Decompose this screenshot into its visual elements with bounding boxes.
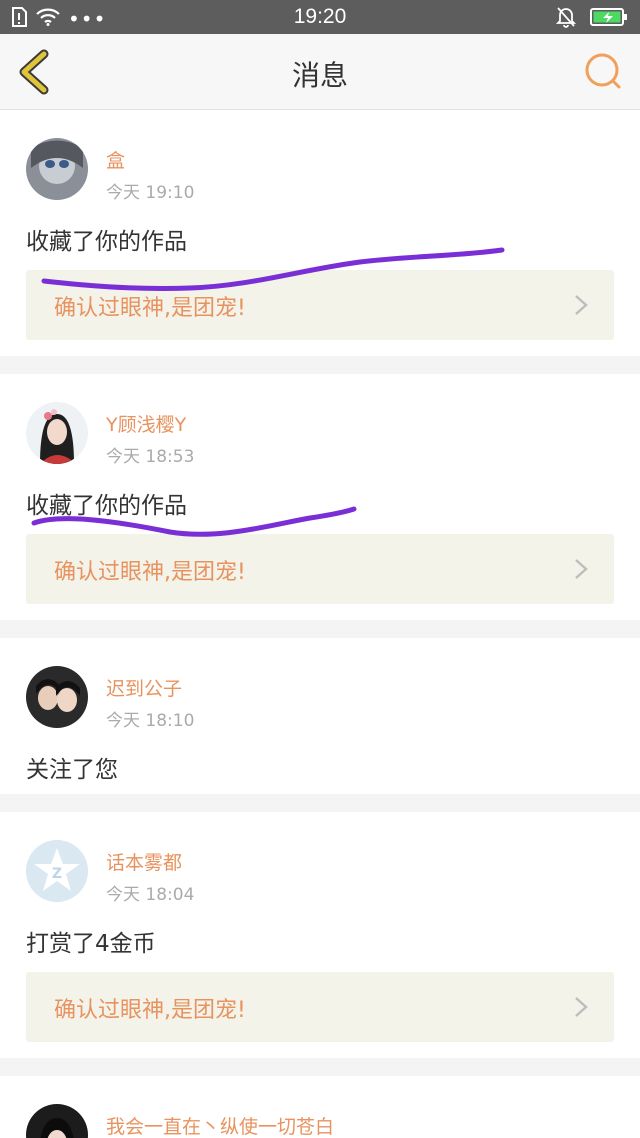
message-item[interactable]: Y顾浅樱Y 今天 18:53 收藏了你的作品 确认过眼神,是团宠! xyxy=(0,374,640,620)
sender-name[interactable]: 话本雾都 xyxy=(106,848,182,875)
reply-banner[interactable]: 确认过眼神,是团宠! xyxy=(26,972,614,1042)
message-text: 收藏了你的作品 xyxy=(26,493,187,519)
avatar[interactable] xyxy=(26,138,88,200)
message-text: 关注了您 xyxy=(26,757,118,783)
message-time: 今天 18:10 xyxy=(106,711,195,731)
message-item[interactable]: 迟到公子 今天 18:10 关注了您 xyxy=(0,638,640,794)
message-item[interactable]: 盒 今天 19:10 收藏了你的作品 确认过眼神,是团宠! xyxy=(0,110,640,356)
message-time: 今天 19:10 xyxy=(106,183,195,203)
message-time: 今天 18:53 xyxy=(106,447,195,467)
status-bar: ••• 19:20 xyxy=(0,0,640,34)
chevron-right-icon xyxy=(575,559,588,579)
status-right-icons xyxy=(555,6,628,32)
reply-banner-text: 确认过眼神,是团宠! xyxy=(54,296,246,321)
message-item[interactable]: Z 话本雾都 今天 18:04 打赏了4金币 确认过眼神,是团宠! xyxy=(0,812,640,1058)
message-text: 打赏了4金币 xyxy=(26,931,156,957)
svg-text:Z: Z xyxy=(52,866,62,882)
nav-bar: 消息 xyxy=(0,34,640,110)
reply-banner[interactable]: 确认过眼神,是团宠! xyxy=(26,534,614,604)
battery-charging-icon xyxy=(590,7,628,31)
status-time: 19:20 xyxy=(293,5,347,28)
reply-banner-text: 确认过眼神,是团宠! xyxy=(54,998,246,1023)
page-title: 消息 xyxy=(291,59,348,92)
search-button[interactable] xyxy=(582,50,626,94)
chevron-right-icon xyxy=(575,295,588,315)
avatar[interactable] xyxy=(26,666,88,728)
sender-name[interactable]: 迟到公子 xyxy=(106,674,182,701)
avatar[interactable] xyxy=(26,1104,88,1138)
message-text: 收藏了你的作品 xyxy=(26,229,187,255)
sender-name[interactable]: Y顾浅樱Y xyxy=(106,410,186,437)
sender-name[interactable]: 盒 xyxy=(106,146,125,173)
avatar[interactable]: Z xyxy=(26,840,88,902)
chevron-right-icon xyxy=(575,997,588,1017)
sender-name[interactable]: 我会一直在丶纵使一切苍白 xyxy=(106,1112,334,1138)
message-time: 今天 18:04 xyxy=(106,885,195,905)
reply-banner[interactable]: 确认过眼神,是团宠! xyxy=(26,270,614,340)
message-item[interactable]: 我会一直在丶纵使一切苍白 xyxy=(0,1076,640,1138)
avatar[interactable] xyxy=(26,402,88,464)
search-icon xyxy=(585,53,621,89)
bell-muted-icon xyxy=(555,6,577,32)
reply-banner-text: 确认过眼神,是团宠! xyxy=(54,560,246,585)
